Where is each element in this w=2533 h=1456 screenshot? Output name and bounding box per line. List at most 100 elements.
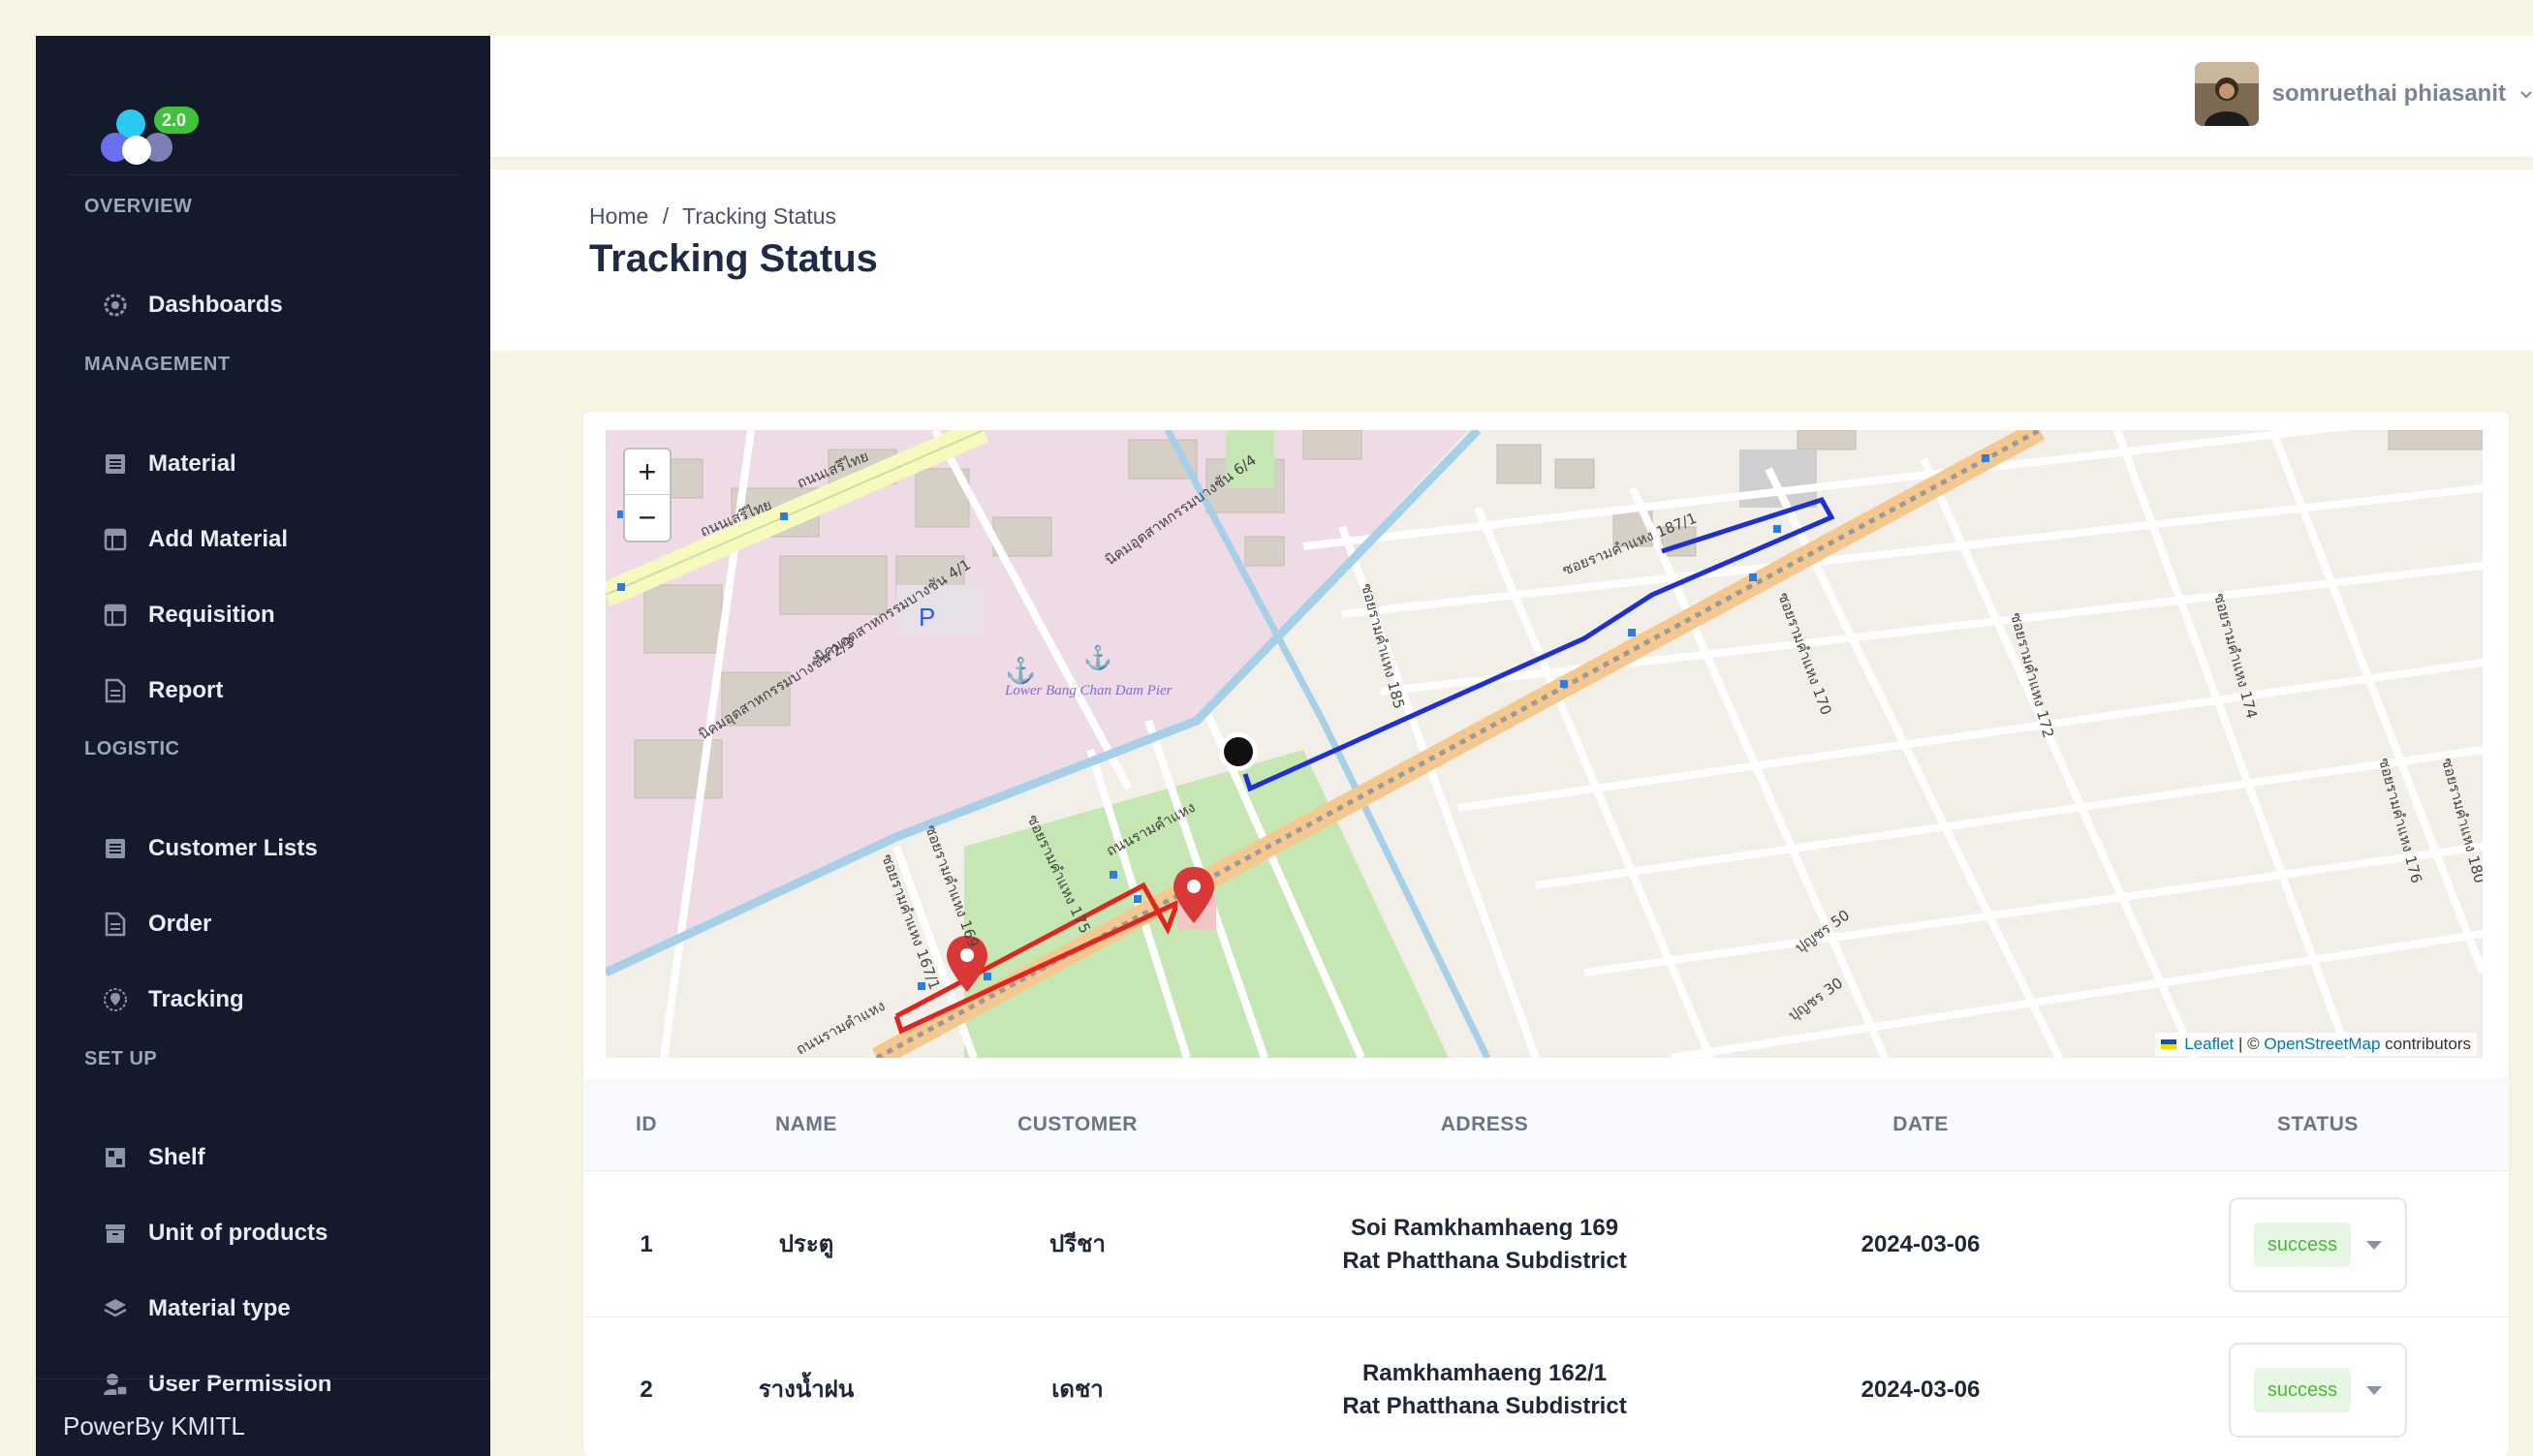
sidebar-item-customer-lists[interactable]: Customer Lists xyxy=(102,825,318,872)
column-header-id: ID xyxy=(636,1113,657,1135)
sidebar-item-report[interactable]: Report xyxy=(102,667,223,714)
map-label: ซอยรามคำแหง 170 xyxy=(1774,590,1834,717)
current-location-icon xyxy=(1219,732,1258,771)
sidebar-item-material[interactable]: Material xyxy=(102,441,236,487)
address-line-1: Ramkhamhaeng 162/1 xyxy=(1361,1360,1608,1386)
pier-label: Lower Bang Chan Dam Pier xyxy=(1004,683,1173,698)
cell-customer: ปรีชา xyxy=(1049,1231,1106,1257)
app-logo[interactable]: 2.0 xyxy=(65,70,210,176)
status-dropdown[interactable]: success xyxy=(2229,1343,2407,1438)
sidebar-item-tracking[interactable]: Tracking xyxy=(102,976,244,1023)
map-zoom-control: + − xyxy=(623,448,672,542)
copyright-symbol: © xyxy=(2247,1035,2260,1053)
page-header: Home / Tracking Status Tracking Status xyxy=(490,170,2533,351)
breadcrumb: Home / Tracking Status xyxy=(589,203,844,230)
cell-address: Ramkhamhaeng 162/1 Rat Phatthana Subdist… xyxy=(1310,1317,1659,1456)
column-header-date: DATE xyxy=(1892,1113,1949,1135)
location-icon xyxy=(102,986,129,1013)
status-dropdown[interactable]: success xyxy=(2229,1197,2407,1292)
avatar[interactable] xyxy=(2194,62,2259,126)
section-setup: SET UP xyxy=(84,1048,158,1069)
cell-customer: เดชา xyxy=(1051,1377,1104,1403)
divider xyxy=(65,174,461,175)
section-overview: OVERVIEW xyxy=(84,196,193,217)
tracking-map[interactable]: P ⚓ ⚓ Lower Bang Chan Dam Pier ถนนเสรีไท… xyxy=(606,430,2483,1058)
user-name[interactable]: somruethai phiasanit xyxy=(2272,80,2506,108)
sidebar-item-requisition[interactable]: Requisition xyxy=(102,592,275,638)
document-icon xyxy=(102,911,129,938)
sidebar-item-label: Tracking xyxy=(148,986,244,1012)
cell-date: 2024-03-06 xyxy=(1861,1231,1981,1257)
cell-id: 1 xyxy=(640,1231,653,1257)
sidebar-item-unit-of-products[interactable]: Unit of products xyxy=(102,1210,328,1256)
parking-label: P xyxy=(919,603,935,632)
sidebar-item-label: Requisition xyxy=(148,602,275,628)
sidebar-item-label: Material xyxy=(148,450,236,477)
document-icon xyxy=(102,677,129,704)
sidebar-item-shelf[interactable]: Shelf xyxy=(102,1134,205,1181)
page-title: Tracking Status xyxy=(589,237,878,280)
table-icon xyxy=(102,526,129,553)
map-label: ปุญชร 30 xyxy=(1785,975,1847,1026)
breadcrumb-separator: / xyxy=(662,203,670,229)
chevron-down-icon[interactable] xyxy=(2519,84,2533,105)
list-icon xyxy=(102,450,129,478)
user-menu[interactable]: somruethai phiasanit xyxy=(2194,62,2533,126)
address-line-2: Rat Phatthana Subdistrict xyxy=(1342,1393,1627,1419)
svg-text:Lower Bang Chan Dam Pier: Lower Bang Chan Dam Pier xyxy=(1004,683,1173,698)
attribution-suffix: contributors xyxy=(2385,1035,2471,1053)
powered-by-footer: PowerBy KMITL xyxy=(63,1411,245,1441)
svg-text:⚓: ⚓ xyxy=(1005,656,1036,685)
table-icon xyxy=(102,602,129,629)
section-logistic: LOGISTIC xyxy=(84,738,180,759)
map-label: ซอยรามคำแหง 172 xyxy=(2007,610,2057,739)
status-badge: success xyxy=(2253,1223,2352,1267)
map-attribution: Leaflet | © OpenStreetMap contributors xyxy=(2155,1033,2477,1056)
sidebar-item-add-material[interactable]: Add Material xyxy=(102,516,288,563)
zoom-out-button[interactable]: − xyxy=(625,495,670,541)
sidebar-item-user-permission[interactable]: User Permission xyxy=(102,1361,331,1408)
sidebar-item-label: Dashboards xyxy=(148,292,283,318)
cell-status: success xyxy=(2211,1172,2424,1317)
section-management: MANAGEMENT xyxy=(84,354,231,375)
user-lock-icon xyxy=(102,1371,129,1398)
sidebar-item-label: User Permission xyxy=(148,1371,332,1397)
breadcrumb-current: Tracking Status xyxy=(682,203,837,229)
sidebar-item-label: Customer Lists xyxy=(148,835,318,861)
address-line-2: Rat Phatthana Subdistrict xyxy=(1342,1248,1627,1274)
openstreetmap-link[interactable]: OpenStreetMap xyxy=(2264,1035,2380,1053)
status-badge: success xyxy=(2253,1368,2352,1412)
column-header-customer: CUSTOMER xyxy=(1017,1113,1138,1135)
sidebar-item-label: Add Material xyxy=(148,526,289,552)
archive-icon xyxy=(102,1220,129,1247)
caret-down-icon xyxy=(2366,1385,2383,1395)
sidebar-item-order[interactable]: Order xyxy=(102,901,211,947)
cell-id: 2 xyxy=(640,1377,653,1403)
sidebar-item-label: Material type xyxy=(148,1295,291,1321)
cell-name: รางน้ำฝน xyxy=(758,1377,855,1403)
table-row[interactable]: 1 ประตู ปรีชา Soi Ramkhamhaeng 169 Rat P… xyxy=(583,1172,2509,1317)
column-header-address: ADRESS xyxy=(1440,1113,1529,1135)
caret-down-icon xyxy=(2366,1240,2383,1250)
sidebar-item-material-type[interactable]: Material type xyxy=(102,1286,291,1332)
table-header: ID NAME CUSTOMER ADRESS DATE STATUS xyxy=(583,1078,2509,1171)
ukraine-flag-icon xyxy=(2161,1039,2177,1049)
breadcrumb-home[interactable]: Home xyxy=(589,203,648,229)
tracking-card: P ⚓ ⚓ Lower Bang Chan Dam Pier ถนนเสรีไท… xyxy=(583,412,2509,1456)
cell-name: ประตู xyxy=(778,1231,834,1257)
sidebar-item-label: Unit of products xyxy=(148,1220,328,1246)
map-label: ซอยรามคำแหง 167/1 xyxy=(878,852,943,992)
sidebar-item-dashboards[interactable]: Dashboards xyxy=(102,282,283,328)
cell-date: 2024-03-06 xyxy=(1861,1377,1981,1403)
map-label: ซอยรามคำแหง 176 xyxy=(2375,756,2425,884)
zoom-in-button[interactable]: + xyxy=(625,449,670,495)
attribution-separator: | xyxy=(2238,1035,2243,1053)
svg-text:⚓: ⚓ xyxy=(1083,644,1112,671)
sidebar: 2.0 OVERVIEW Dashboards MANAGEMENT Mater… xyxy=(36,36,490,1456)
sidebar-item-label: Shelf xyxy=(148,1144,205,1170)
table-row[interactable]: 2 รางน้ำฝน เดชา Ramkhamhaeng 162/1 Rat P… xyxy=(583,1317,2509,1456)
cell-address: Soi Ramkhamhaeng 169 Rat Phatthana Subdi… xyxy=(1310,1172,1659,1317)
sidebar-item-label: Report xyxy=(148,677,224,703)
leaflet-link[interactable]: Leaflet xyxy=(2184,1035,2234,1053)
list-icon xyxy=(102,835,129,862)
